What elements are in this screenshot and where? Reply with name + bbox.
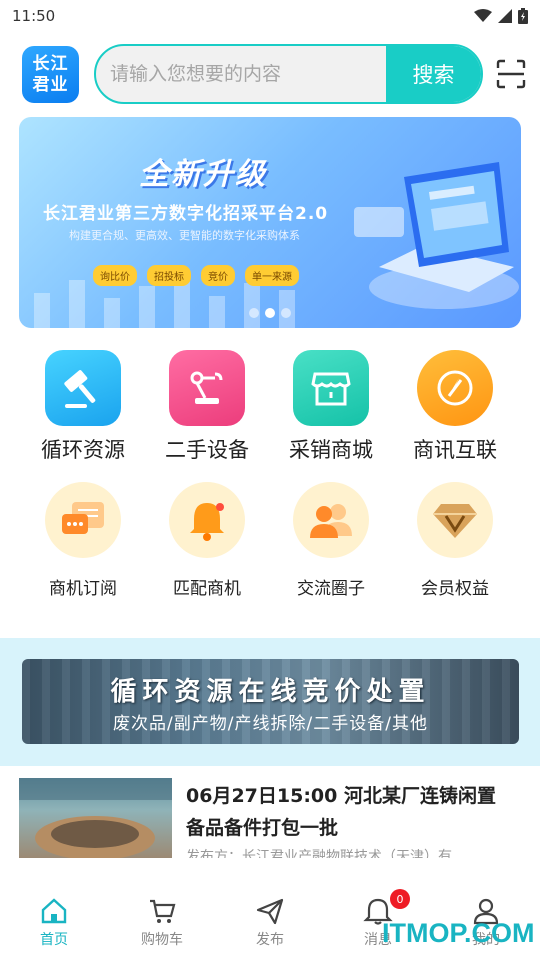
news-thumbnail bbox=[19, 778, 172, 858]
opportunity-subscription[interactable]: 商机订阅 bbox=[21, 482, 145, 599]
compass-icon bbox=[417, 350, 493, 426]
banner-headline: 长江君业第三方数字化招采平台2.0 bbox=[43, 204, 329, 224]
header: 长江 君业 搜索 bbox=[0, 44, 540, 106]
tab-label: 首页 bbox=[40, 932, 68, 948]
people-icon bbox=[293, 482, 369, 558]
category-label: 商讯互联 bbox=[413, 438, 497, 462]
category-label: 循环资源 bbox=[41, 438, 125, 462]
send-icon bbox=[256, 898, 284, 925]
bell-icon bbox=[169, 482, 245, 558]
category-label: 采销商城 bbox=[289, 438, 373, 462]
tab-label: 发布 bbox=[256, 932, 284, 948]
cart-icon bbox=[150, 899, 176, 923]
community-circle[interactable]: 交流圈子 bbox=[269, 482, 393, 599]
battery-icon bbox=[518, 8, 528, 24]
auction-promo-banner[interactable]: 循环资源在线竞价处置 废次品/副产物/产线拆除/二手设备/其他 bbox=[22, 659, 519, 744]
banner-chip: 询比价 bbox=[93, 265, 137, 286]
banner-chip: 招投标 bbox=[147, 265, 191, 286]
pagination-dot[interactable] bbox=[249, 308, 259, 318]
tab-home[interactable]: 首页 bbox=[0, 884, 108, 960]
laptop-illustration bbox=[354, 162, 519, 309]
search-button[interactable]: 搜索 bbox=[386, 46, 481, 102]
status-bar: 11:50 bbox=[0, 0, 540, 32]
secondary-grid: 商机订阅 匹配商机 交流圈子 会员权益 bbox=[0, 482, 540, 599]
home-icon bbox=[41, 898, 67, 924]
banner-chips: 询比价 招投标 竞价 单一来源 bbox=[93, 265, 299, 286]
clock: 11:50 bbox=[12, 7, 56, 25]
secondary-label: 交流圈子 bbox=[297, 579, 365, 599]
pagination-dot-active[interactable] bbox=[265, 308, 275, 318]
category-procurement-mall[interactable]: 采销商城 bbox=[269, 350, 393, 464]
secondary-label: 商机订阅 bbox=[49, 579, 117, 599]
watermark: ITMOP.COM bbox=[382, 918, 535, 948]
banner-chip: 竞价 bbox=[201, 265, 235, 286]
news-title: 06月27日15:00 河北某厂连铸闲置备品备件打包一批 bbox=[186, 785, 496, 839]
wifi-icon bbox=[474, 9, 492, 22]
promo-title: 循环资源在线竞价处置 bbox=[110, 677, 431, 707]
tab-label: 购物车 bbox=[141, 932, 183, 948]
banner-subline: 构建更合规、更高效、更智能的数字化采购体系 bbox=[69, 229, 300, 242]
secondary-label: 匹配商机 bbox=[173, 579, 241, 599]
scan-icon[interactable] bbox=[496, 59, 526, 89]
app-logo[interactable]: 长江 君业 bbox=[22, 46, 79, 103]
search-input[interactable] bbox=[96, 46, 388, 102]
news-list-item[interactable]: 06月27日15:00 河北某厂连铸闲置备品备件打包一批 发布方：长江君业产融物… bbox=[0, 778, 540, 858]
secondary-label: 会员权益 bbox=[421, 579, 489, 599]
promo-subtitle: 废次品/副产物/产线拆除/二手设备/其他 bbox=[113, 714, 428, 734]
chat-bubbles-icon bbox=[45, 482, 121, 558]
promo-band: 循环资源在线竞价处置 废次品/副产物/产线拆除/二手设备/其他 bbox=[0, 638, 540, 766]
robot-arm-icon bbox=[169, 350, 245, 426]
diamond-icon bbox=[417, 482, 493, 558]
category-label: 二手设备 bbox=[165, 438, 249, 462]
banner-pagination bbox=[19, 308, 521, 318]
tab-cart[interactable]: 购物车 bbox=[108, 884, 216, 960]
logo-line-2: 君业 bbox=[32, 74, 69, 95]
banner-chip: 单一来源 bbox=[245, 265, 299, 286]
banner-upgrade-title: 全新升级 bbox=[139, 157, 267, 192]
pagination-dot[interactable] bbox=[281, 308, 291, 318]
promo-banner[interactable]: 全新升级 长江君业第三方数字化招采平台2.0 构建更合规、更高效、更智能的数字化… bbox=[19, 117, 521, 328]
search-box: 搜索 bbox=[94, 44, 483, 104]
main-category-grid: 循环资源 二手设备 采销商城 商讯互联 bbox=[0, 350, 540, 464]
status-icons bbox=[474, 8, 528, 24]
tab-publish[interactable]: 发布 bbox=[216, 884, 324, 960]
match-opportunities[interactable]: 匹配商机 bbox=[145, 482, 269, 599]
category-used-equipment[interactable]: 二手设备 bbox=[145, 350, 269, 464]
category-recycled-resources[interactable]: 循环资源 bbox=[21, 350, 145, 464]
gavel-icon bbox=[45, 350, 121, 426]
news-publisher: 发布方：长江君业产融物联技术（天津）有 bbox=[186, 849, 452, 858]
signal-icon bbox=[498, 9, 512, 23]
storefront-icon bbox=[293, 350, 369, 426]
category-business-news[interactable]: 商讯互联 bbox=[393, 350, 517, 464]
message-count-badge: 0 bbox=[390, 889, 410, 909]
member-benefits[interactable]: 会员权益 bbox=[393, 482, 517, 599]
logo-line-1: 长江 bbox=[32, 53, 69, 74]
